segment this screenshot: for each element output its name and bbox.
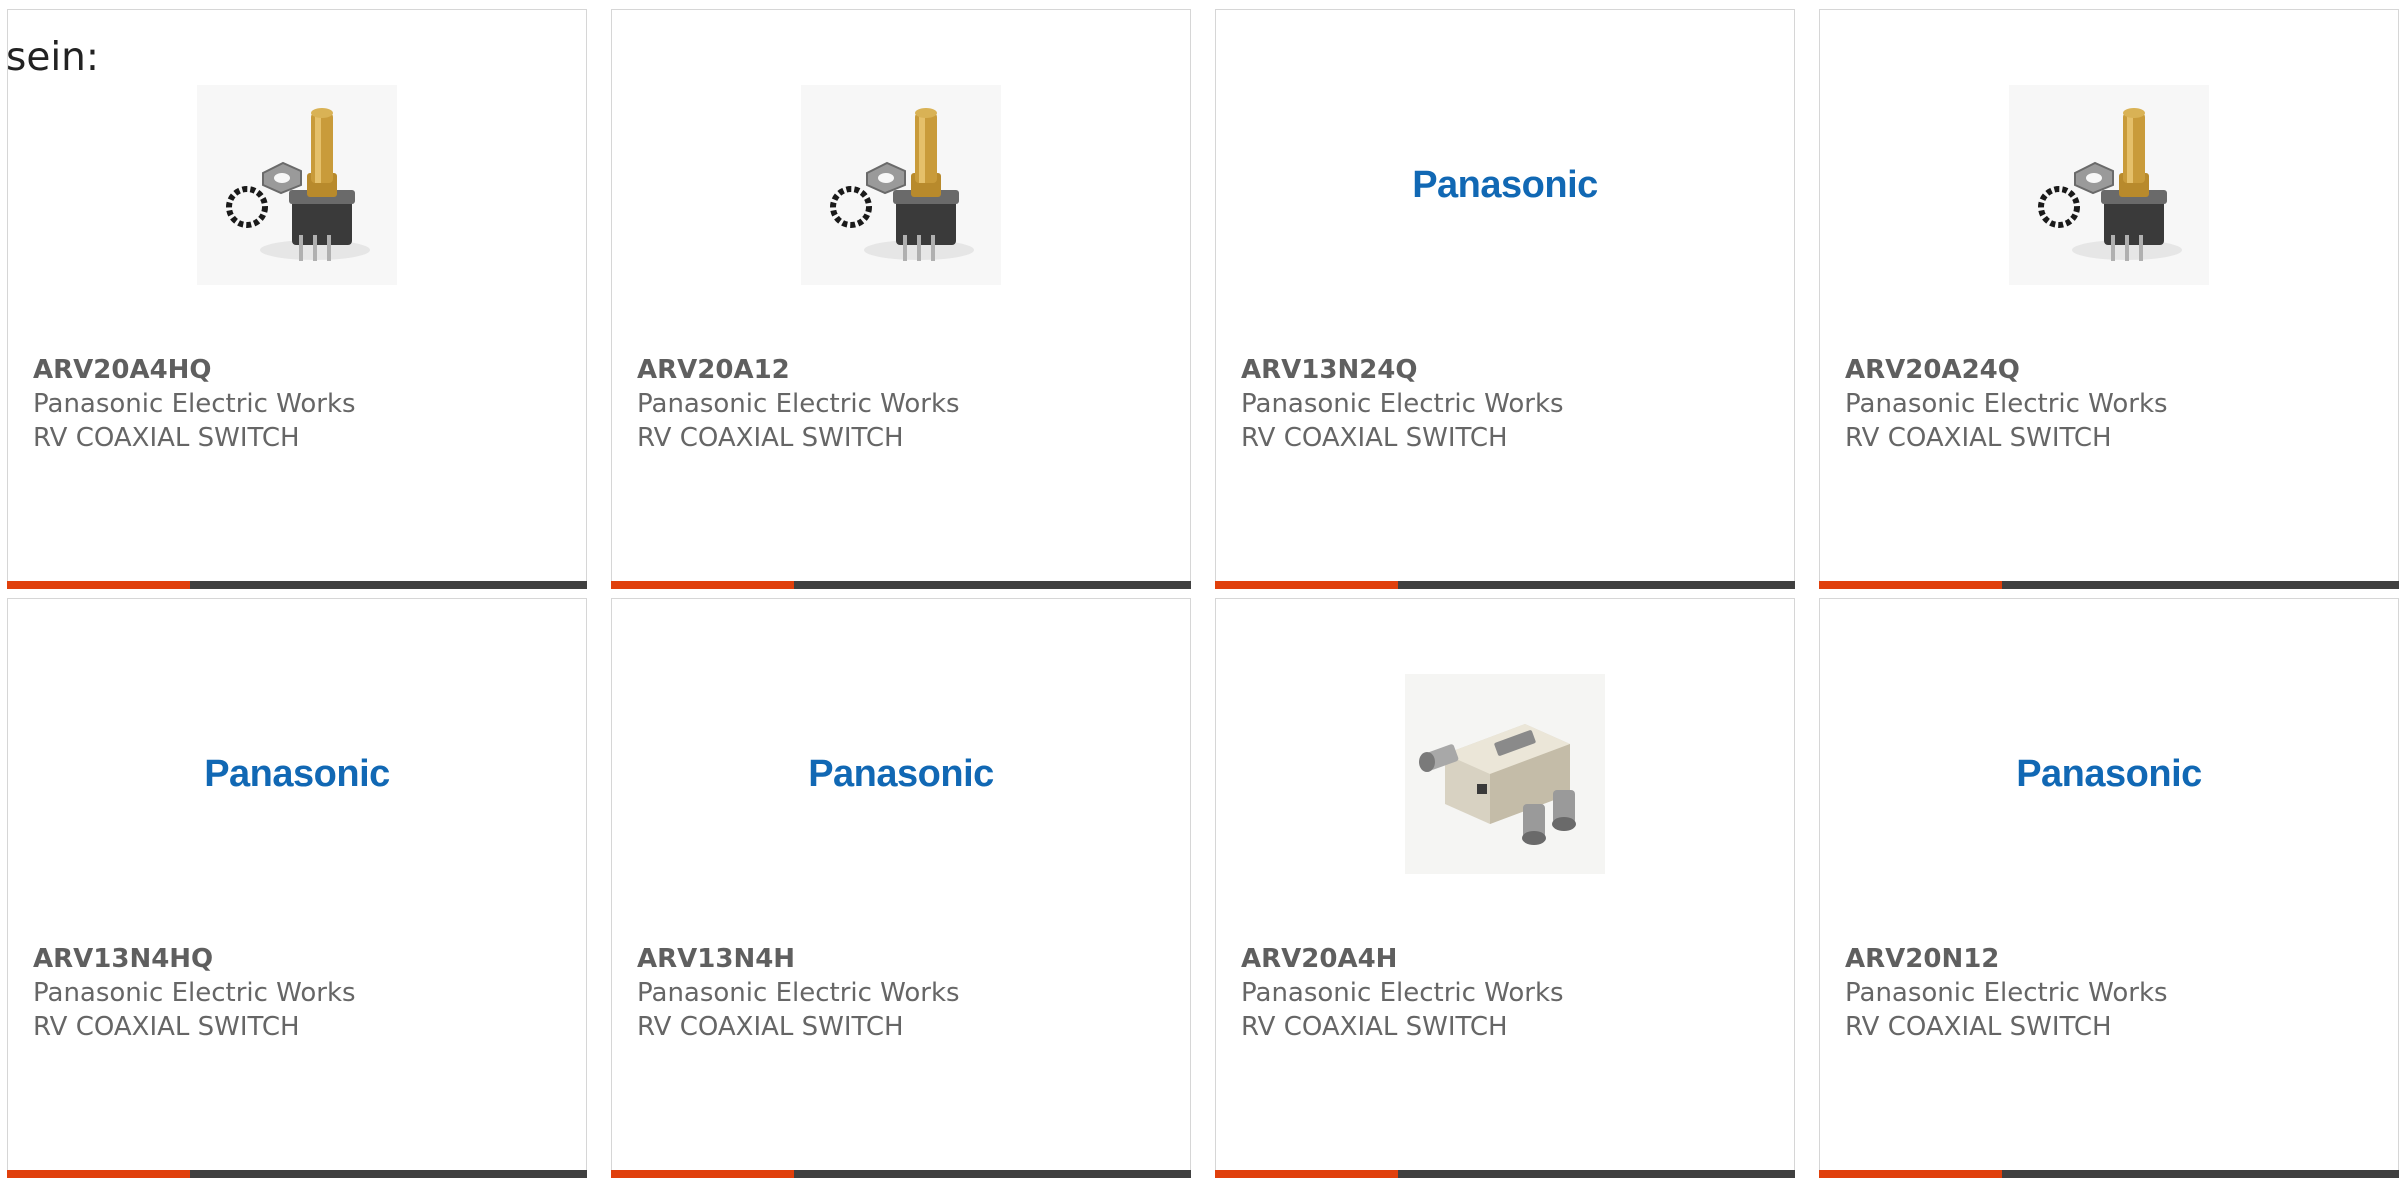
product-image[interactable]: [799, 83, 1003, 287]
card-bottom-bar: [7, 581, 587, 589]
description: RV COAXIAL SWITCH: [1241, 1012, 1508, 1042]
description: RV COAXIAL SWITCH: [637, 423, 904, 453]
product-info: ARV20A4H Panasonic Electric Works RV COA…: [1241, 942, 1774, 1044]
product-card[interactable]: ARV20A24Q Panasonic Electric Works RV CO…: [1819, 9, 2399, 589]
card-bottom-bar: [611, 581, 1191, 589]
lead-text: sein:: [6, 35, 100, 80]
card-accent-bar: [1819, 581, 2002, 589]
product-image[interactable]: Panasonic: [195, 672, 399, 876]
panasonic-logo: Panasonic: [808, 752, 994, 795]
card-bottom-bar: [1819, 581, 2399, 589]
description: RV COAXIAL SWITCH: [637, 1012, 904, 1042]
product-card[interactable]: Panasonic ARV13N4H Panasonic Electric Wo…: [611, 598, 1191, 1178]
card-accent-bar: [1819, 1170, 2002, 1178]
product-info: ARV13N24Q Panasonic Electric Works RV CO…: [1241, 353, 1774, 455]
manufacturer: Panasonic Electric Works: [1241, 978, 1564, 1008]
description: RV COAXIAL SWITCH: [1241, 423, 1508, 453]
product-info: ARV13N4H Panasonic Electric Works RV COA…: [637, 942, 1170, 1044]
description: RV COAXIAL SWITCH: [1845, 1012, 2112, 1042]
card-accent-bar: [1215, 581, 1398, 589]
card-bottom-bar: [1215, 581, 1795, 589]
part-number[interactable]: ARV13N4H: [637, 942, 1170, 976]
product-card[interactable]: Panasonic ARV13N24Q Panasonic Electric W…: [1215, 9, 1795, 589]
product-image[interactable]: [1403, 672, 1607, 876]
product-info: ARV20N12 Panasonic Electric Works RV COA…: [1845, 942, 2378, 1044]
card-bottom-bar: [1819, 1170, 2399, 1178]
product-image[interactable]: [195, 83, 399, 287]
card-bottom-bar: [1215, 1170, 1795, 1178]
product-card[interactable]: ARV20A4H Panasonic Electric Works RV COA…: [1215, 598, 1795, 1178]
manufacturer: Panasonic Electric Works: [637, 389, 960, 419]
product-info: ARV20A24Q Panasonic Electric Works RV CO…: [1845, 353, 2378, 455]
card-accent-bar: [7, 581, 190, 589]
part-number[interactable]: ARV20A12: [637, 353, 1170, 387]
manufacturer: Panasonic Electric Works: [637, 978, 960, 1008]
manufacturer: Panasonic Electric Works: [1241, 389, 1564, 419]
card-accent-bar: [7, 1170, 190, 1178]
manufacturer: Panasonic Electric Works: [1845, 389, 2168, 419]
description: RV COAXIAL SWITCH: [33, 423, 300, 453]
manufacturer: Panasonic Electric Works: [33, 978, 356, 1008]
product-image[interactable]: Panasonic: [799, 672, 1003, 876]
manufacturer: Panasonic Electric Works: [33, 389, 356, 419]
product-card[interactable]: ARV20A12 Panasonic Electric Works RV COA…: [611, 9, 1191, 589]
rotary-potentiometer-photo: [801, 85, 1001, 285]
product-image[interactable]: Panasonic: [1403, 83, 1607, 287]
product-card[interactable]: Panasonic ARV13N4HQ Panasonic Electric W…: [7, 598, 587, 1178]
panasonic-logo: Panasonic: [2016, 752, 2202, 795]
card-accent-bar: [611, 581, 794, 589]
rotary-potentiometer-photo: [2009, 85, 2209, 285]
product-info: ARV13N4HQ Panasonic Electric Works RV CO…: [33, 942, 566, 1044]
part-number[interactable]: ARV20A24Q: [1845, 353, 2378, 387]
card-accent-bar: [1215, 1170, 1398, 1178]
description: RV COAXIAL SWITCH: [33, 1012, 300, 1042]
product-image[interactable]: Panasonic: [2007, 672, 2211, 876]
product-image[interactable]: [2007, 83, 2211, 287]
card-bottom-bar: [7, 1170, 587, 1178]
part-number[interactable]: ARV20A4H: [1241, 942, 1774, 976]
product-info: ARV20A12 Panasonic Electric Works RV COA…: [637, 353, 1170, 455]
description: RV COAXIAL SWITCH: [1845, 423, 2112, 453]
card-bottom-bar: [611, 1170, 1191, 1178]
product-grid: ARV20A4HQ Panasonic Electric Works RV CO…: [7, 9, 2399, 1178]
part-number[interactable]: ARV13N24Q: [1241, 353, 1774, 387]
manufacturer: Panasonic Electric Works: [1845, 978, 2168, 1008]
product-info: ARV20A4HQ Panasonic Electric Works RV CO…: [33, 353, 566, 455]
rotary-potentiometer-photo: [197, 85, 397, 285]
part-number[interactable]: ARV20A4HQ: [33, 353, 566, 387]
card-accent-bar: [611, 1170, 794, 1178]
part-number[interactable]: ARV13N4HQ: [33, 942, 566, 976]
product-card[interactable]: Panasonic ARV20N12 Panasonic Electric Wo…: [1819, 598, 2399, 1178]
panasonic-logo: Panasonic: [204, 752, 390, 795]
panasonic-logo: Panasonic: [1412, 163, 1598, 206]
product-card[interactable]: ARV20A4HQ Panasonic Electric Works RV CO…: [7, 9, 587, 589]
part-number[interactable]: ARV20N12: [1845, 942, 2378, 976]
coaxial-switch-photo: [1405, 674, 1605, 874]
